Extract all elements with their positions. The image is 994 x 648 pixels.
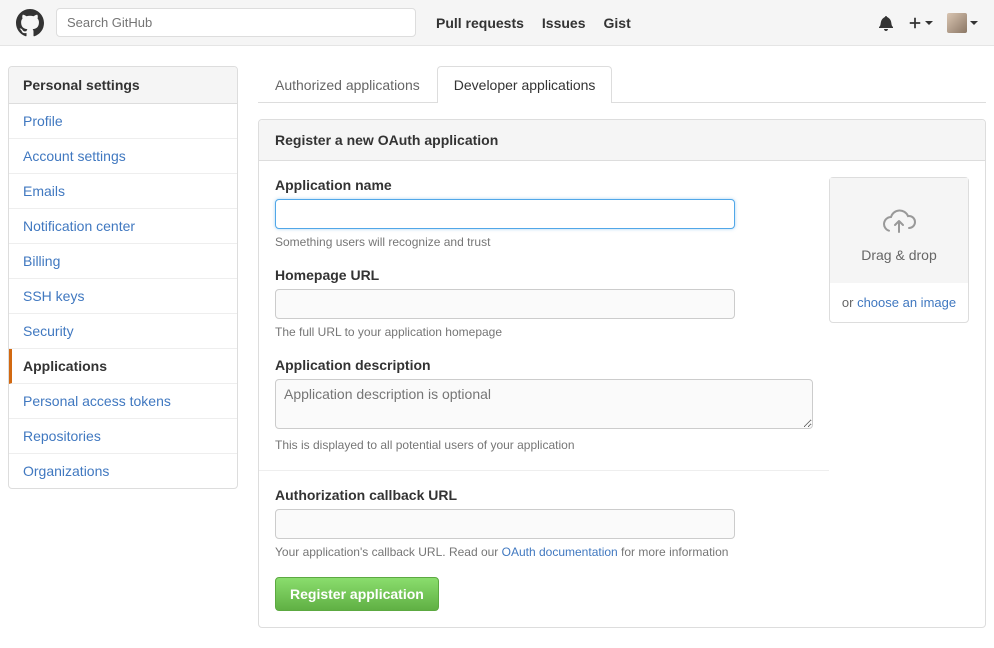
nav-links: Pull requests Issues Gist — [436, 15, 631, 31]
callback-label: Authorization callback URL — [275, 487, 813, 503]
upload-or: or choose an image — [830, 283, 968, 322]
app-name-hint: Something users will recognize and trust — [275, 235, 813, 249]
form-column: Application name Something users will re… — [275, 177, 813, 611]
search-container — [56, 8, 416, 37]
header-right — [878, 13, 978, 33]
panel-title: Register a new OAuth application — [259, 120, 985, 161]
sidebar-item-applications[interactable]: Applications — [9, 349, 237, 384]
sidebar: Personal settings ProfileAccount setting… — [8, 66, 238, 489]
caret-down-icon — [970, 21, 978, 25]
divider — [259, 470, 829, 471]
sidebar-item-profile[interactable]: Profile — [9, 104, 237, 139]
callback-hint-post: for more information — [618, 545, 729, 559]
callback-hint-pre: Your application's callback URL. Read ou… — [275, 545, 502, 559]
panel-body: Application name Something users will re… — [259, 161, 985, 627]
tab-developer[interactable]: Developer applications — [437, 66, 613, 103]
top-header: Pull requests Issues Gist — [0, 0, 994, 46]
sidebar-item-repositories[interactable]: Repositories — [9, 419, 237, 454]
github-logo-icon[interactable] — [16, 9, 44, 37]
sidebar-item-security[interactable]: Security — [9, 314, 237, 349]
choose-image-link[interactable]: choose an image — [857, 295, 956, 310]
sidebar-item-organizations[interactable]: Organizations — [9, 454, 237, 488]
app-name-label: Application name — [275, 177, 813, 193]
description-label: Application description — [275, 357, 813, 373]
homepage-input[interactable] — [275, 289, 735, 319]
callback-group: Authorization callback URL Your applicat… — [275, 487, 813, 559]
callback-hint: Your application's callback URL. Read ou… — [275, 545, 813, 559]
notifications-icon[interactable] — [878, 15, 894, 31]
app-name-input[interactable] — [275, 199, 735, 229]
register-button[interactable]: Register application — [275, 577, 439, 611]
user-menu[interactable] — [947, 13, 978, 33]
sidebar-item-ssh-keys[interactable]: SSH keys — [9, 279, 237, 314]
upload-dropzone[interactable]: Drag & drop — [830, 178, 968, 283]
sidebar-item-emails[interactable]: Emails — [9, 174, 237, 209]
description-group: Application description This is displaye… — [275, 357, 813, 452]
sidebar-title: Personal settings — [9, 67, 237, 104]
sidebar-item-account-settings[interactable]: Account settings — [9, 139, 237, 174]
oauth-panel: Register a new OAuth application Applica… — [258, 119, 986, 628]
main-container: Personal settings ProfileAccount setting… — [0, 46, 994, 648]
tab-authorized[interactable]: Authorized applications — [258, 66, 437, 103]
nav-issues[interactable]: Issues — [542, 15, 586, 31]
homepage-hint: The full URL to your application homepag… — [275, 325, 813, 339]
search-input[interactable] — [56, 8, 416, 37]
sidebar-item-notification-center[interactable]: Notification center — [9, 209, 237, 244]
app-name-group: Application name Something users will re… — [275, 177, 813, 249]
oauth-doc-link[interactable]: OAuth documentation — [502, 545, 618, 559]
upload-box: Drag & drop or choose an image — [829, 177, 969, 323]
callback-input[interactable] — [275, 509, 735, 539]
homepage-label: Homepage URL — [275, 267, 813, 283]
description-hint: This is displayed to all potential users… — [275, 438, 813, 452]
homepage-group: Homepage URL The full URL to your applic… — [275, 267, 813, 339]
main-content: Authorized applications Developer applic… — [258, 66, 986, 628]
nav-pull-requests[interactable]: Pull requests — [436, 15, 524, 31]
tabs: Authorized applications Developer applic… — [258, 66, 986, 103]
avatar-icon — [947, 13, 967, 33]
nav-gist[interactable]: Gist — [604, 15, 631, 31]
create-new-icon[interactable] — [908, 16, 933, 30]
upload-or-text: or — [842, 295, 857, 310]
cloud-upload-icon — [881, 208, 917, 236]
sidebar-item-personal-access-tokens[interactable]: Personal access tokens — [9, 384, 237, 419]
caret-down-icon — [925, 21, 933, 25]
sidebar-item-billing[interactable]: Billing — [9, 244, 237, 279]
drag-drop-text: Drag & drop — [840, 247, 958, 263]
description-input[interactable] — [275, 379, 813, 429]
